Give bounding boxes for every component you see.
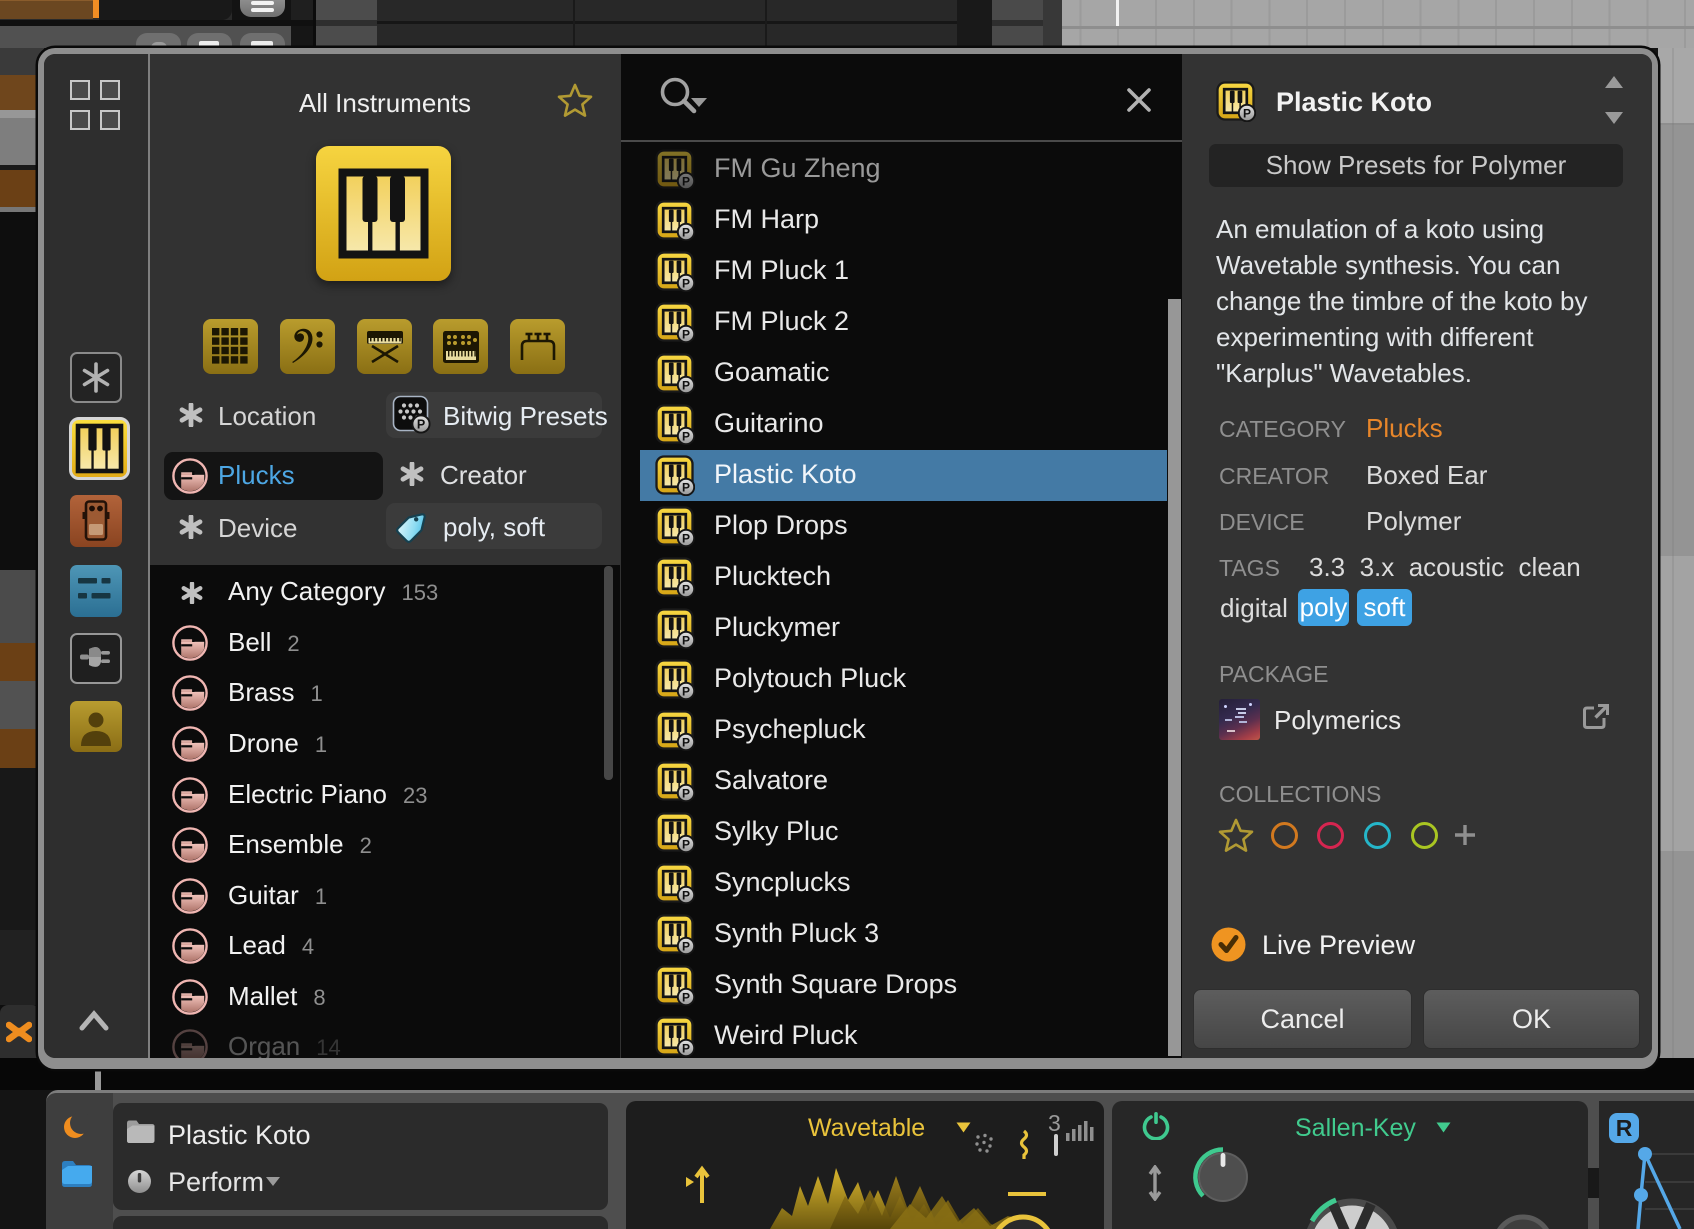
svg-text:P: P [682,888,690,902]
svg-text:P: P [682,378,690,392]
svg-text:P: P [682,990,690,1004]
svg-text:P: P [682,735,690,749]
svg-text:P: P [682,939,690,953]
svg-text:P: P [682,633,690,647]
svg-text:P: P [417,417,425,431]
svg-text:P: P [1243,106,1251,120]
svg-text:P: P [682,276,690,290]
svg-text:P: P [682,582,690,596]
svg-text:P: P [682,684,690,698]
svg-text:P: P [682,837,690,851]
svg-text:P: P [682,174,690,188]
svg-text:P: P [682,480,690,494]
svg-text:P: P [682,429,690,443]
svg-text:P: P [682,786,690,800]
svg-text:P: P [682,531,690,545]
svg-text:P: P [682,327,690,341]
svg-text:P: P [682,225,690,239]
svg-text:P: P [682,1041,690,1055]
